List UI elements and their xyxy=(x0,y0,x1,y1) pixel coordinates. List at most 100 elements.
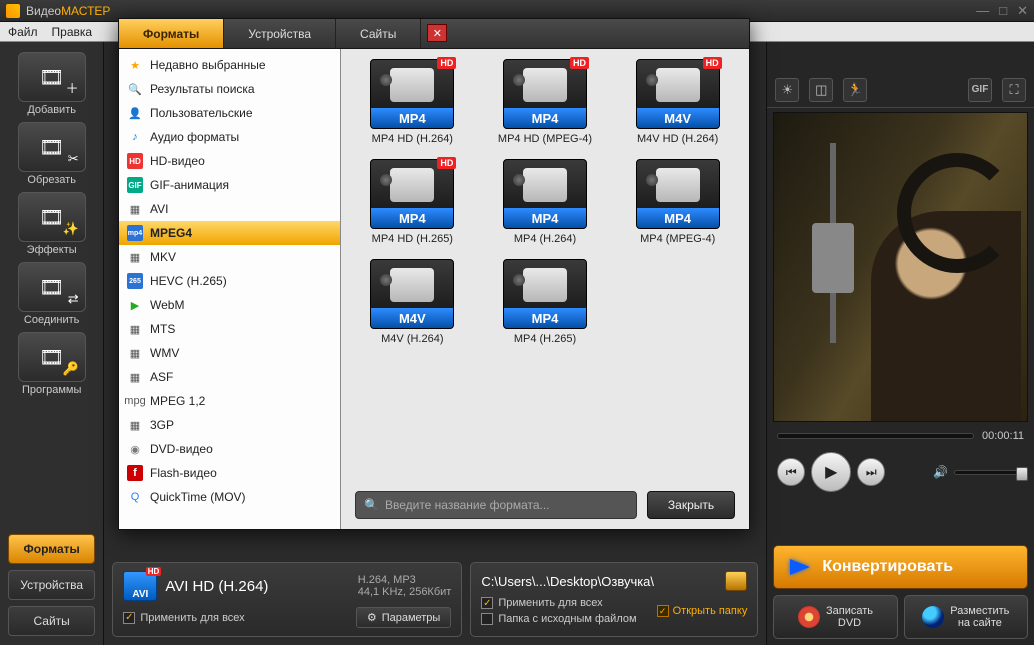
format-card-7[interactable]: MP4 MP4 (H.265) xyxy=(488,259,603,345)
side-item-16[interactable]: ◉ DVD-видео xyxy=(119,437,340,461)
side-label-3: Аудио форматы xyxy=(150,130,239,144)
side-item-14[interactable]: mpg MPEG 1,2 xyxy=(119,389,340,413)
format-card-0[interactable]: HD MP4 MP4 HD (H.264) xyxy=(355,59,470,145)
tool-label-1: Обрезать xyxy=(0,174,103,186)
side-icon-15: ▦ xyxy=(127,417,143,433)
format-panel: AVI AVI HD (H.264) H.264, MP3 44,1 KHz, … xyxy=(112,562,462,637)
side-item-10[interactable]: ▶ WebM xyxy=(119,293,340,317)
side-icon-0: ★ xyxy=(127,57,143,73)
side-item-9[interactable]: 265 HEVC (H.265) xyxy=(119,269,340,293)
format-caption-4: MP4 (H.264) xyxy=(514,233,576,245)
tool-label-3: Соединить xyxy=(0,314,103,326)
gear-icon: ⚙ xyxy=(367,611,377,624)
side-item-2[interactable]: 👤 Пользовательские xyxy=(119,101,340,125)
open-folder-link[interactable]: ✓Открыть папку xyxy=(657,605,748,617)
side-icon-13: ▦ xyxy=(127,369,143,385)
browse-folder-button[interactable] xyxy=(725,571,747,591)
side-item-7[interactable]: mp4 MPEG4 xyxy=(119,221,340,245)
popup-close-x[interactable]: ✕ xyxy=(427,24,447,42)
side-label-16: DVD-видео xyxy=(150,442,213,456)
format-card-6[interactable]: M4V M4V (H.264) xyxy=(355,259,470,345)
tool-0[interactable]: 🎞＋ xyxy=(18,52,86,102)
video-preview[interactable] xyxy=(773,112,1028,422)
apply-all-check[interactable]: ✓Применить для всех xyxy=(123,612,244,624)
side-item-0[interactable]: ★ Недавно выбранные xyxy=(119,53,340,77)
convert-button[interactable]: Конвертировать xyxy=(773,545,1028,589)
side-item-17[interactable]: f Flash-видео xyxy=(119,461,340,485)
folder-panel: C:\Users\...\Desktop\Озвучка\ ✓Применить… xyxy=(470,562,758,637)
format-caption-6: M4V (H.264) xyxy=(381,333,443,345)
prev-button[interactable]: ⏮ xyxy=(777,458,805,486)
tab-devices[interactable]: Устройства xyxy=(8,570,95,600)
side-icon-5: GIF xyxy=(127,177,143,193)
play-button[interactable]: ▶ xyxy=(811,452,851,492)
volume-slider[interactable] xyxy=(954,470,1024,475)
side-item-3[interactable]: ♪ Аудио форматы xyxy=(119,125,340,149)
side-item-15[interactable]: ▦ 3GP xyxy=(119,413,340,437)
tool-label-2: Эффекты xyxy=(0,244,103,256)
fullscreen-icon[interactable]: ⛶ xyxy=(1002,78,1026,102)
time-display: 00:00:11 xyxy=(982,430,1024,442)
format-card-4[interactable]: MP4 MP4 (H.264) xyxy=(488,159,603,245)
side-icon-16: ◉ xyxy=(127,441,143,457)
popup-sidebar: ★ Недавно выбранные 🔍 Результаты поиска … xyxy=(119,49,341,529)
app-logo xyxy=(6,4,20,18)
volume-icon[interactable]: 🔊 xyxy=(933,465,948,479)
gif-icon[interactable]: GIF xyxy=(968,78,992,102)
format-card-5[interactable]: MP4 MP4 (MPEG-4) xyxy=(620,159,735,245)
side-label-6: AVI xyxy=(150,202,168,216)
tool-label-4: Программы xyxy=(0,384,103,396)
tool-1[interactable]: 🎞✂ xyxy=(18,122,86,172)
popup-tab-formats[interactable]: Форматы xyxy=(119,19,224,48)
side-item-1[interactable]: 🔍 Результаты поиска xyxy=(119,77,340,101)
burn-dvd-button[interactable]: Записать DVD xyxy=(773,595,897,639)
format-card-3[interactable]: HD MP4 MP4 HD (H.265) xyxy=(355,159,470,245)
side-item-6[interactable]: ▦ AVI xyxy=(119,197,340,221)
seek-bar[interactable] xyxy=(777,433,974,439)
side-item-8[interactable]: ▦ MKV xyxy=(119,245,340,269)
params-button[interactable]: ⚙Параметры xyxy=(356,607,452,628)
tab-sites[interactable]: Сайты xyxy=(8,606,95,636)
disc-icon xyxy=(798,606,820,628)
brightness-icon[interactable]: ☀ xyxy=(775,78,799,102)
search-icon: 🔍 xyxy=(364,498,379,512)
side-item-18[interactable]: Q QuickTime (MOV) xyxy=(119,485,340,509)
speed-icon[interactable]: 🏃 xyxy=(843,78,867,102)
menu-edit[interactable]: Правка xyxy=(52,25,93,39)
format-icon: AVI xyxy=(123,571,157,601)
menu-file[interactable]: Файл xyxy=(8,25,38,39)
side-label-1: Результаты поиска xyxy=(150,82,255,96)
apply-all-folder-check[interactable]: ✓Применить для всех xyxy=(481,597,636,609)
popup-close-button[interactable]: Закрыть xyxy=(647,491,735,519)
side-item-13[interactable]: ▦ ASF xyxy=(119,365,340,389)
window-minimize[interactable]: — xyxy=(976,3,989,19)
side-label-12: WMV xyxy=(150,346,179,360)
crop-icon[interactable]: ◫ xyxy=(809,78,833,102)
tab-formats[interactable]: Форматы xyxy=(8,534,95,564)
tool-2[interactable]: 🎞✨ xyxy=(18,192,86,242)
side-label-15: 3GP xyxy=(150,418,174,432)
side-item-4[interactable]: HD HD-видео xyxy=(119,149,340,173)
next-button[interactable]: ⏭ xyxy=(857,458,885,486)
side-item-5[interactable]: GIF GIF-анимация xyxy=(119,173,340,197)
output-path: C:\Users\...\Desktop\Озвучка\ xyxy=(481,574,717,589)
tool-3[interactable]: 🎞⇄ xyxy=(18,262,86,312)
globe-icon xyxy=(922,606,944,628)
window-maximize[interactable]: □ xyxy=(999,3,1007,19)
window-close[interactable]: ✕ xyxy=(1017,3,1028,19)
same-folder-check[interactable]: Папка с исходным файлом xyxy=(481,613,636,625)
preview-toolbar: ☀ ◫ 🏃 GIF ⛶ xyxy=(767,72,1034,108)
format-caption-2: M4V HD (H.264) xyxy=(637,133,718,145)
format-card-1[interactable]: HD MP4 MP4 HD (MPEG-4) xyxy=(488,59,603,145)
format-search-input[interactable]: 🔍Введите название формата... xyxy=(355,491,637,519)
format-codec: H.264, MP3 xyxy=(358,574,452,586)
format-card-2[interactable]: HD M4V M4V HD (H.264) xyxy=(620,59,735,145)
side-icon-12: ▦ xyxy=(127,345,143,361)
popup-tab-sites[interactable]: Сайты xyxy=(336,19,421,48)
side-item-12[interactable]: ▦ WMV xyxy=(119,341,340,365)
popup-tab-devices[interactable]: Устройства xyxy=(224,19,336,48)
publish-web-button[interactable]: Разместить на сайте xyxy=(904,595,1028,639)
side-label-4: HD-видео xyxy=(150,154,205,168)
tool-4[interactable]: 🎞🔑 xyxy=(18,332,86,382)
side-item-11[interactable]: ▦ MTS xyxy=(119,317,340,341)
